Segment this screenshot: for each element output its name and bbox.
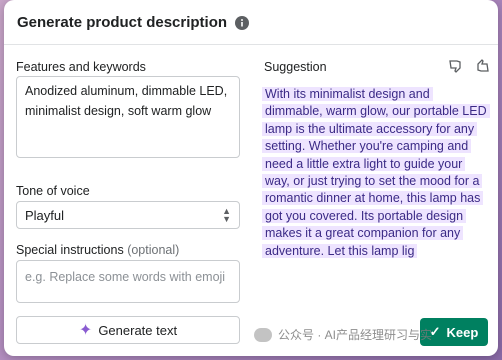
watermark-text: 公众号 · AI产品经理研习与实 [278,328,433,342]
info-icon[interactable] [235,15,250,30]
optional-hint: (optional) [127,243,180,257]
chevron-updown-icon: ▲ ▼ [222,206,231,224]
suggestion-highlighted-text: With its minimalist design and dimmable,… [262,87,490,258]
suggestion-text: With its minimalist design and dimmable,… [262,86,490,260]
features-label: Features and keywords [16,60,146,74]
dialog-title: Generate product description [17,14,250,31]
generate-text-label: Generate text [98,322,178,338]
watermark: 公众号 · AI产品经理研习与实 [254,326,432,343]
sparkle-icon: ✦ [78,322,93,339]
generate-description-dialog: Generate product description Features an… [4,0,498,356]
special-label-text: Special instructions [16,243,124,257]
generate-text-button[interactable]: ✦ Generate text [16,316,240,344]
thumbs-down-icon[interactable] [448,58,464,74]
tone-select[interactable]: Playful ▲ ▼ [16,201,240,229]
tone-select-value: Playful [25,207,65,223]
special-instructions-field[interactable]: e.g. Replace some words with emoji [16,260,240,303]
wechat-icon [254,327,272,342]
keep-label: Keep [446,324,479,340]
dialog-title-text: Generate product description [17,14,228,31]
tone-label: Tone of voice [16,184,90,198]
thumbs-up-icon[interactable] [474,58,490,74]
features-textarea[interactable]: Anodized aluminum, dimmable LED, minimal… [16,76,240,158]
suggestion-label: Suggestion [264,60,327,74]
header-divider [4,44,498,45]
special-label: Special instructions (optional) [16,243,179,257]
